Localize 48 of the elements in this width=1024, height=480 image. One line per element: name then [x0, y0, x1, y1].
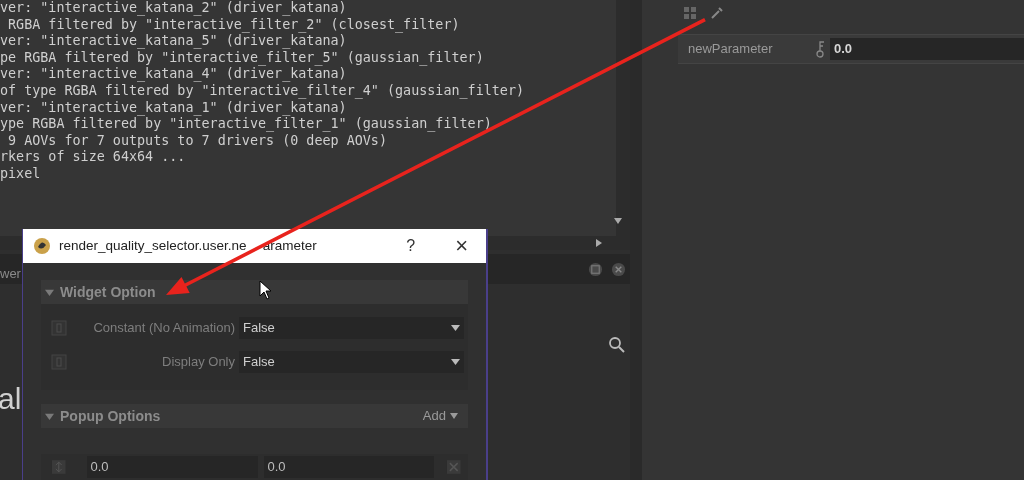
log-line: of type RGBA filtered by "interactive_filter_4" (gaussian_filter) [0, 82, 526, 100]
log-line: ver: "interactive_katana_5" (driver_katana) [0, 33, 348, 50]
log-line: ype RGBA filtered by "interactive_filter_1" (gaussian_filter) [0, 116, 493, 133]
value-field[interactable]: 0.0 [86, 456, 258, 478]
animation-toggle-icon[interactable] [51, 320, 67, 336]
grid-icon[interactable] [684, 7, 696, 19]
key-icon[interactable] [816, 40, 826, 58]
log-line: pixel [0, 165, 42, 183]
search-icon[interactable] [608, 336, 626, 354]
collapse-triangle-icon[interactable] [45, 411, 54, 421]
section-header[interactable]: Popup Options Add [41, 404, 468, 428]
float-panel-icon[interactable] [588, 261, 603, 277]
collapse-triangle-icon[interactable] [45, 287, 54, 297]
option-label: Constant (No Animation) [92, 319, 236, 338]
caret-icon [450, 413, 458, 419]
caret-icon [451, 359, 460, 365]
help-button[interactable]: ? [406, 234, 416, 258]
caret-icon [451, 325, 460, 331]
section-title: Popup Options [60, 406, 161, 426]
value-field[interactable]: 0.0 [263, 456, 435, 478]
scroll-right-icon[interactable] [596, 239, 602, 247]
log-line: ver: "interactive_katana_2" (driver_katana) [0, 0, 348, 17]
delete-icon[interactable] [446, 459, 462, 475]
app-logo-icon [33, 237, 51, 255]
log-line: pe RGBA filtered by "interactive_filter_5" (gaussian_filter) [0, 49, 485, 67]
mouse-cursor-icon [259, 280, 272, 300]
add-button[interactable]: Add [422, 406, 458, 426]
log-line: ver: "interactive_katana_1" (driver_katana) [0, 99, 348, 117]
panel-tab-label[interactable]: wer [0, 264, 21, 284]
wrench-icon[interactable] [710, 6, 724, 20]
dropdown[interactable]: False [239, 317, 464, 339]
scroll-down-icon[interactable] [614, 218, 622, 224]
panel-heading-fragment: al [0, 384, 22, 414]
close-icon[interactable] [611, 261, 626, 277]
log-line: 9 AOVs for 7 outputs to 7 drivers (0 deep AOVs) [7, 132, 388, 150]
close-button[interactable]: × [455, 235, 468, 257]
dialog-title: arameter [262, 236, 317, 255]
dropdown[interactable]: False [239, 351, 464, 373]
section-title: Widget Option [60, 282, 156, 302]
animation-toggle-icon[interactable] [51, 354, 67, 370]
reorder-icon[interactable] [51, 459, 67, 475]
parameter-label: newParameter [688, 40, 774, 59]
log-line: ver: "interactive_katana_4" (driver_katana) [0, 66, 348, 83]
option-label: Display Only [161, 353, 236, 372]
dialog-title: render_quality_selector.user.ne [59, 236, 247, 255]
value-field[interactable]: 0.0 [830, 38, 1024, 60]
log-line: rkers of size 64x64 ... [0, 149, 187, 166]
log-line: RGBA filtered by "interactive_filter_2" (closest_filter) [7, 16, 461, 34]
